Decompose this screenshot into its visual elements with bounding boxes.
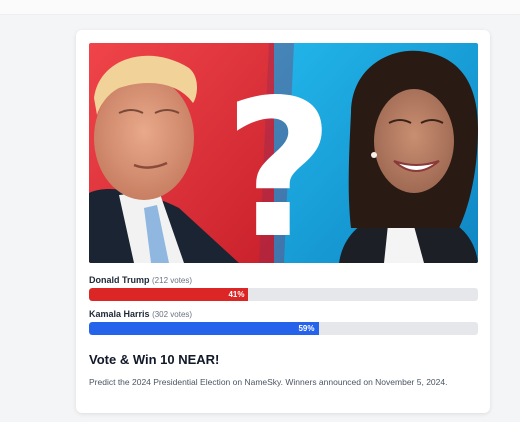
candidate-name: Kamala Harris (89, 309, 150, 319)
card-title: Vote & Win 10 NEAR! (89, 352, 220, 367)
hero-illustration: ? (89, 43, 478, 263)
vote-bar-fill: 59% (89, 322, 319, 335)
poll-card: ? Donald Trump (212 votes) 41% Kamala Ha… (76, 30, 490, 413)
vote-percent: 41% (228, 290, 245, 299)
question-mark-glyph: ? (224, 59, 334, 263)
page-top-strip (0, 0, 520, 15)
right-candidate-figure (339, 50, 478, 263)
poll-option-trump[interactable]: Donald Trump (212 votes) 41% (89, 275, 478, 301)
vote-percent: 59% (298, 324, 315, 333)
vote-bar-track: 41% (89, 288, 478, 301)
vote-count: (212 votes) (152, 276, 193, 285)
poll-option-label: Kamala Harris (302 votes) (89, 309, 478, 320)
candidate-name: Donald Trump (89, 275, 150, 285)
vote-count: (302 votes) (152, 310, 193, 319)
card-description: Predict the 2024 Presidential Election o… (89, 377, 448, 387)
poll-option-harris[interactable]: Kamala Harris (302 votes) 59% (89, 309, 478, 335)
vote-bar-fill: 41% (89, 288, 249, 301)
hero-image: ? (89, 43, 478, 263)
vote-bar-track: 59% (89, 322, 478, 335)
poll-option-label: Donald Trump (212 votes) (89, 275, 478, 286)
